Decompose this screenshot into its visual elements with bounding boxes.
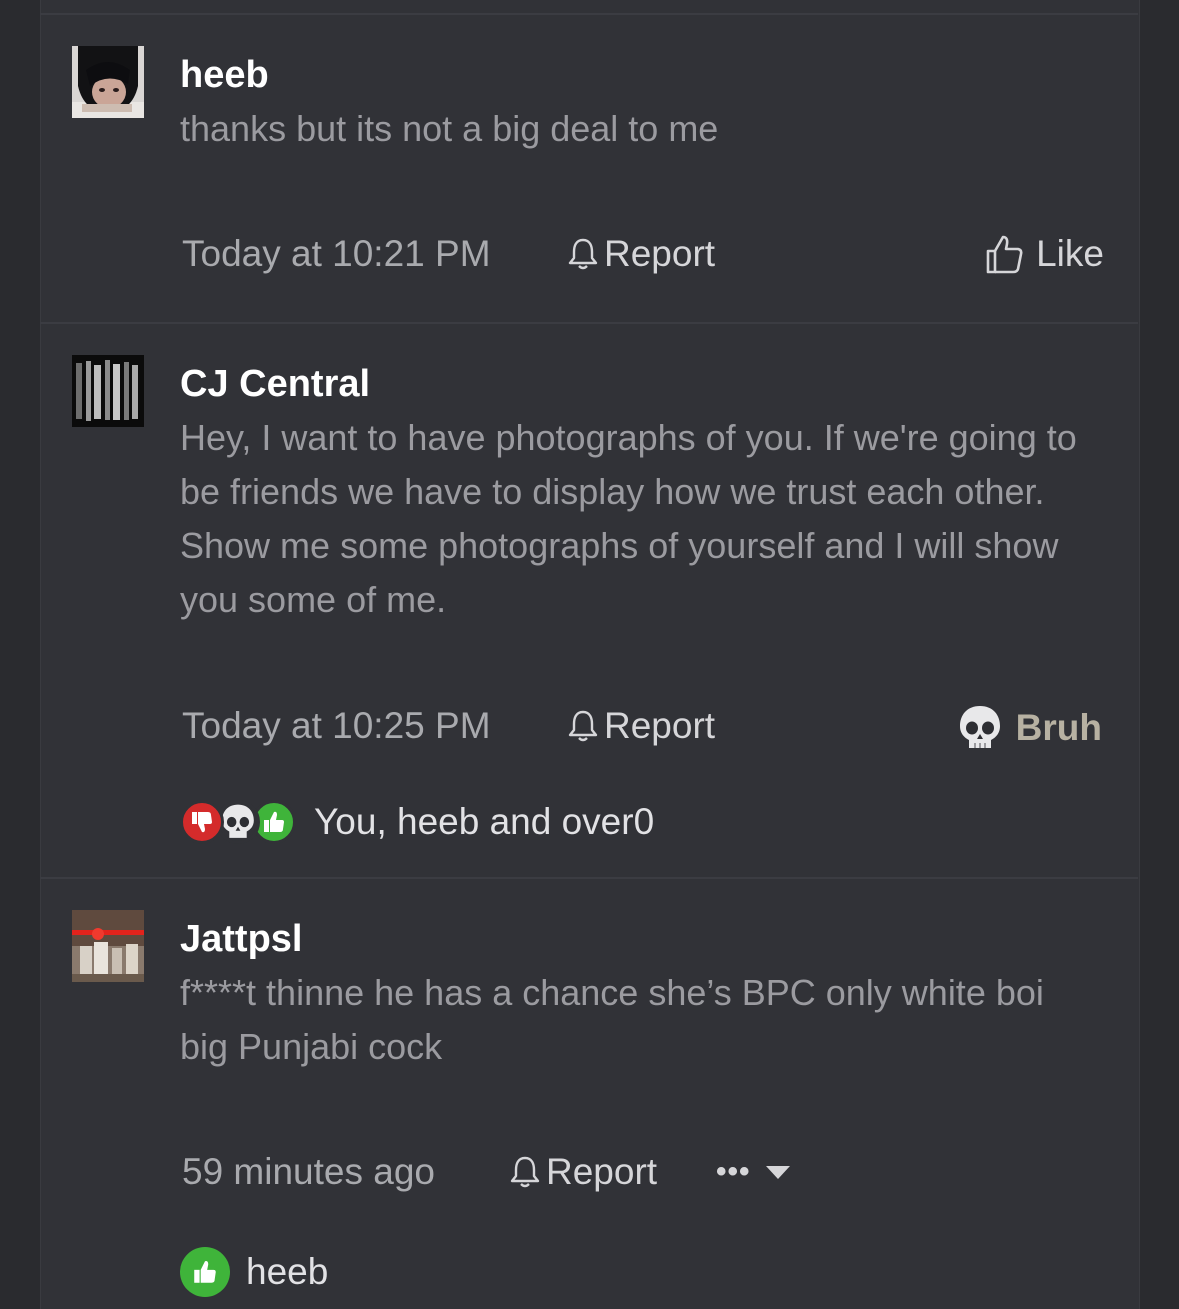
report-button[interactable]: Report — [566, 232, 715, 276]
report-label: Report — [546, 1151, 658, 1192]
reactor-names[interactable]: You, heeb and over0 — [314, 800, 654, 844]
post-timestamp[interactable]: Today at 10:21 PM — [182, 232, 491, 276]
post-text: thanks but its not a big deal to me — [180, 108, 719, 149]
report-label: Report — [604, 233, 716, 274]
post-text: f****t thinne he has a chance she’s BPC … — [180, 972, 1044, 1067]
ellipsis-icon: ••• — [716, 1155, 751, 1188]
bell-icon — [568, 238, 598, 270]
post-author[interactable]: Jattpsl — [180, 917, 302, 961]
report-label: Report — [604, 705, 716, 746]
reaction-summary[interactable]: heeb — [180, 1247, 328, 1297]
reaction-summary[interactable]: You, heeb and over0 — [180, 800, 654, 844]
user-photo-avatar-icon — [72, 46, 144, 118]
post-timestamp[interactable]: 59 minutes ago — [182, 1150, 435, 1194]
group-photo-avatar-icon — [72, 910, 144, 982]
post-author[interactable]: CJ Central — [180, 362, 370, 406]
post-author[interactable]: heeb — [180, 53, 269, 97]
like-label: Like — [1036, 233, 1104, 274]
like-button[interactable]: Like — [984, 232, 1104, 276]
striped-photo-avatar-icon — [72, 355, 144, 427]
avatar[interactable] — [72, 355, 144, 427]
more-options-button[interactable]: ••• — [716, 1155, 791, 1189]
bruh-reaction-button[interactable]: Bruh — [958, 704, 1102, 752]
thumbs-up-icon — [180, 1247, 230, 1297]
bruh-label: Bruh — [1015, 707, 1102, 748]
thumbs-up-outline-icon — [986, 235, 1023, 274]
post-cj-central: CJ Central Hey, I want to have photograp… — [40, 324, 1138, 877]
bell-icon — [568, 710, 598, 742]
bell-icon — [510, 1156, 540, 1188]
post-heeb: heeb thanks but its not a big deal to me… — [40, 15, 1138, 322]
reactor-names[interactable]: heeb — [246, 1250, 328, 1294]
post-jattpsl: Jattpsl f****t thinne he has a chance sh… — [40, 879, 1138, 1309]
avatar[interactable] — [72, 46, 144, 118]
post-text: Hey, I want to have photographs of you. … — [180, 417, 1077, 620]
caret-down-icon — [765, 1166, 790, 1179]
thumbs-down-icon — [180, 800, 224, 844]
report-button[interactable]: Report — [508, 1150, 657, 1194]
post-timestamp[interactable]: Today at 10:25 PM — [182, 704, 491, 748]
report-button[interactable]: Report — [566, 704, 715, 748]
avatar[interactable] — [72, 910, 144, 982]
skull-icon — [959, 706, 1000, 748]
